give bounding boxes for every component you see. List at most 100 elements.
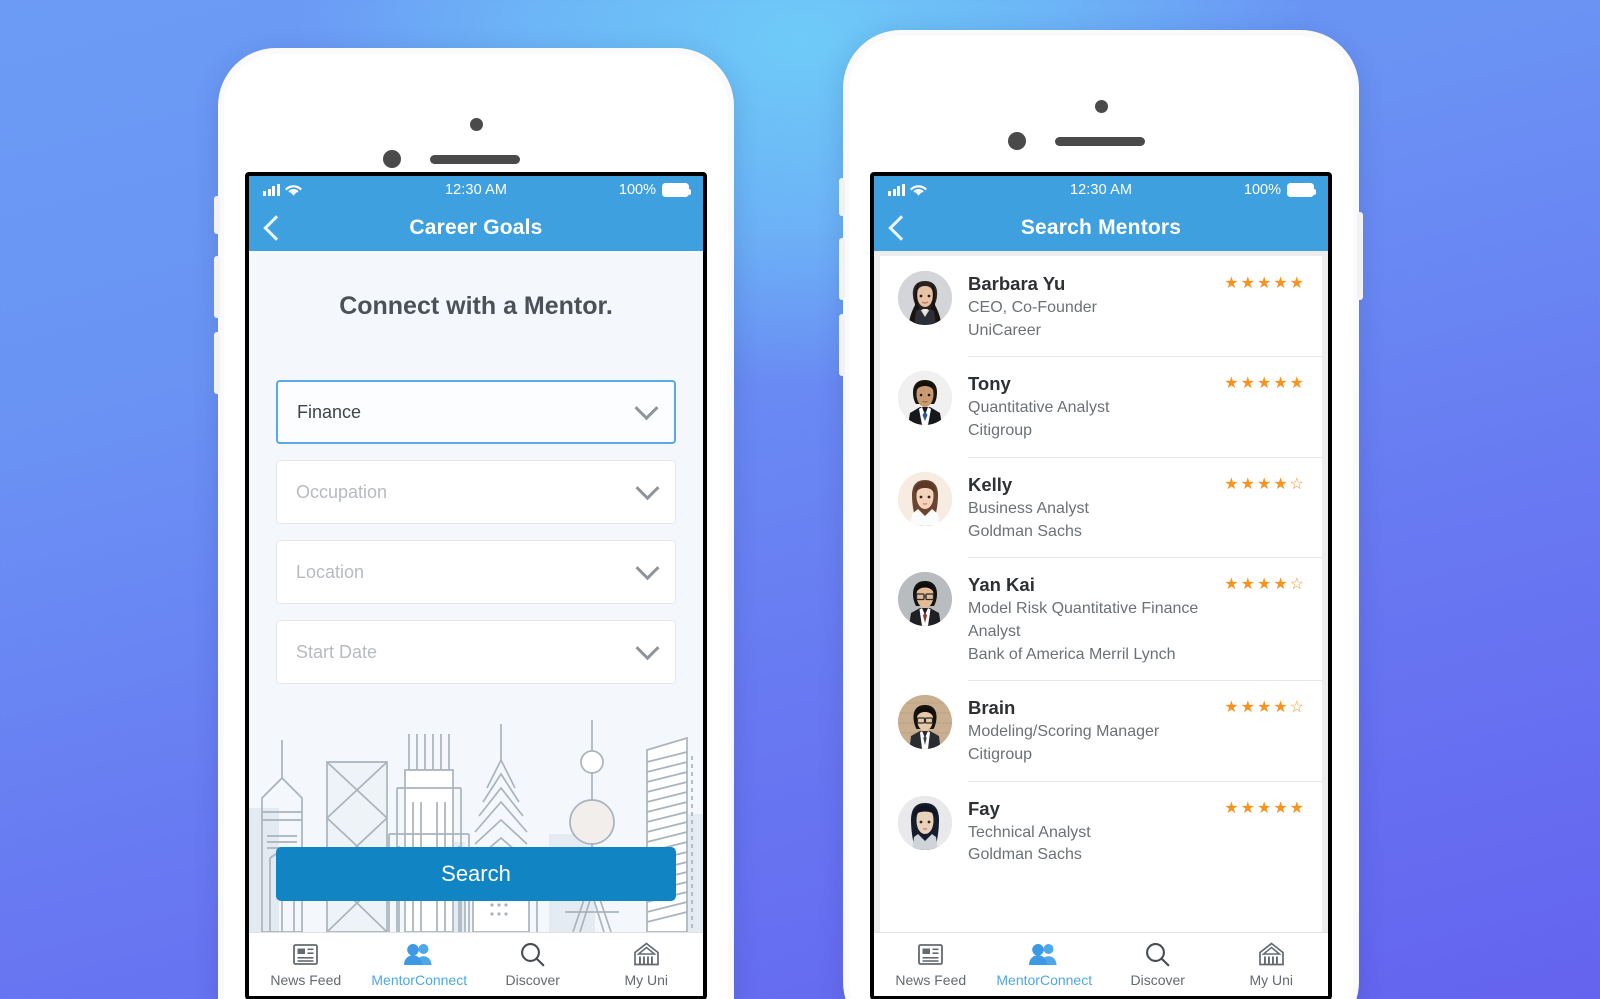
rating-stars: ★ ★ ★ ★ ★ [1224,271,1304,292]
avatar [898,572,952,627]
star-filled: ★ [1240,799,1255,817]
tab-my-uni[interactable]: My Uni [590,941,704,988]
mute-switch-left[interactable] [214,196,220,234]
screen-bezel-right: 12:30 AM 100% Search Mentors Barbara Yu … [870,172,1332,999]
mentor-name: Kelly [968,473,1013,495]
mentor-info: Barbara Yu CEO, Co-Founder UniCareer [968,271,1218,342]
avatar [898,795,952,850]
star-filled: ★ [1240,475,1255,493]
career-goals-fields: Finance Occupation Location Start Date [249,380,703,684]
star-filled: ★ [1256,475,1272,493]
power-button-right[interactable] [1357,212,1363,300]
star-filled: ★ [1273,275,1288,292]
rating-stars: ★ ★ ★ ★ ☆ [1224,572,1304,593]
avatar [898,471,952,526]
list-item[interactable]: Barbara Yu CEO, Co-Founder UniCareer ★ ★… [880,256,1322,356]
mute-switch-right[interactable] [839,178,845,216]
page-title-search-mentors: Search Mentors [1020,215,1182,239]
select-industry-value: Finance [297,401,362,422]
tab-bar-left: News Feed MentorConnect Discover My Uni [249,932,703,996]
rating-stars: ★ ★ ★ ★ ☆ [1224,472,1304,493]
front-camera-dot-left [469,118,483,131]
avatar [898,271,952,325]
select-location-placeholder: Location [296,561,365,582]
star-filled: ★ [1224,275,1239,292]
list-item[interactable]: Tony Quantitative Analyst Citigroup ★ ★ … [880,356,1322,456]
earpiece-speaker-right [1055,137,1145,146]
star-filled: ★ [1240,275,1255,292]
star-filled: ★ [1289,799,1304,817]
star-filled: ★ [1273,475,1288,493]
volume-up-right[interactable] [839,238,845,300]
mentor-company: UniCareer [968,321,1041,339]
star-filled: ★ [1256,576,1272,594]
star-filled: ★ [1224,799,1239,817]
mentor-name: Barbara Yu [968,273,1066,294]
star-filled: ★ [1240,576,1255,594]
status-bar-right: 12:30 AM 100% [874,176,1328,204]
select-industry[interactable]: Finance [276,380,676,444]
star-filled: ★ [1224,699,1239,717]
star-filled: ★ [1273,799,1288,817]
star-empty: ☆ [1289,576,1304,594]
tab-mentorconnect[interactable]: MentorConnect [988,941,1102,988]
headline-connect-with-mentor: Connect with a Mentor. [339,292,613,320]
university-icon [1258,941,1285,967]
select-location[interactable]: Location [276,540,676,604]
tab-mentorconnect[interactable]: MentorConnect [363,941,477,988]
tab-discover[interactable]: Discover [1101,941,1215,988]
volume-up-left[interactable] [214,256,220,318]
tab-news-feed[interactable]: News Feed [249,941,363,988]
front-camera-dot-right [1094,100,1108,113]
tab-mentorconnect-label: MentorConnect [996,972,1093,988]
screen-bezel-left: 12:30 AM 100% Career Goals Connect with … [245,172,707,999]
avatar [898,371,952,426]
mentor-company: Citigroup [968,422,1033,440]
list-item[interactable]: Fay Technical Analyst Goldman Sachs ★ ★ … [880,780,1322,881]
mentor-role: Business Analyst [968,499,1089,517]
star-filled: ★ [1289,275,1304,292]
tab-news-feed[interactable]: News Feed [874,941,988,988]
mentor-company: Citigroup [968,746,1033,764]
tab-discover[interactable]: Discover [476,941,590,988]
tab-news-feed-label: News Feed [895,972,967,988]
mentor-name: Tony [968,373,1011,395]
volume-down-right[interactable] [839,314,845,376]
star-filled: ★ [1256,799,1272,817]
app-screen-search-mentors: 12:30 AM 100% Search Mentors Barbara Yu … [874,176,1328,996]
mentor-company: Bank of America Merril Lynch [968,645,1176,663]
battery-icon-right [1287,183,1316,197]
university-icon [633,941,660,967]
mentor-company: Goldman Sachs [968,522,1082,540]
star-filled: ★ [1273,699,1288,717]
mentor-info: Yan Kai Model Risk Quantitative Finance … [968,572,1218,666]
list-item[interactable]: Brain Modeling/Scoring Manager Citigroup… [880,680,1322,780]
select-occupation[interactable]: Occupation [276,460,676,524]
proximity-sensor-dot-right [1008,132,1026,150]
app-screen-career-goals: 12:30 AM 100% Career Goals Connect with … [249,176,703,996]
star-filled: ★ [1256,375,1272,393]
star-empty: ☆ [1289,475,1304,493]
tab-my-uni[interactable]: My Uni [1215,941,1329,988]
list-item[interactable]: Yan Kai Model Risk Quantitative Finance … [880,557,1322,680]
rating-stars: ★ ★ ★ ★ ☆ [1224,695,1304,716]
rating-stars: ★ ★ ★ ★ ★ [1224,796,1304,817]
battery-icon-left [662,183,691,197]
tab-my-uni-label: My Uni [624,972,669,988]
search-button[interactable]: Search [276,847,676,901]
star-filled: ★ [1240,375,1255,393]
tab-discover-label: Discover [505,972,560,988]
mentor-name: Fay [968,797,1000,819]
mentor-list-body[interactable]: Barbara Yu CEO, Co-Founder UniCareer ★ ★… [874,251,1328,932]
star-filled: ★ [1273,576,1288,594]
list-item[interactable]: Kelly Business Analyst Goldman Sachs ★ ★… [880,456,1322,557]
people-icon [403,941,435,967]
mentor-info: Brain Modeling/Scoring Manager Citigroup [968,695,1218,766]
tab-discover-label: Discover [1130,972,1185,988]
select-start-date[interactable]: Start Date [276,620,676,684]
volume-down-left[interactable] [214,332,220,394]
chevron-down-icon [635,555,660,580]
earpiece-speaker-left [430,155,520,164]
rating-stars: ★ ★ ★ ★ ★ [1224,371,1304,392]
tab-news-feed-label: News Feed [270,972,342,988]
